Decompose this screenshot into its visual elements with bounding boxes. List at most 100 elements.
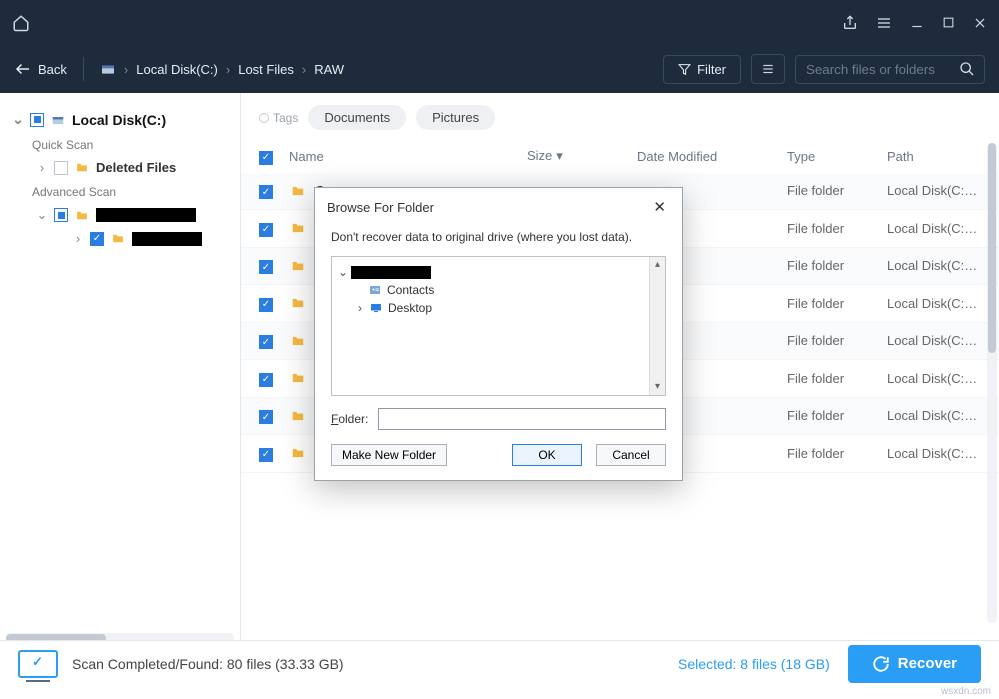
tree-root-label: Local Disk(C:) [72, 112, 166, 128]
list-view-button[interactable] [751, 54, 785, 84]
cancel-button[interactable]: Cancel [596, 444, 666, 466]
contacts-icon [368, 284, 382, 296]
file-path: Local Disk(C:)\Lost F... [887, 446, 981, 461]
file-type: File folder [787, 446, 887, 461]
select-all-checkbox[interactable]: ✓ [259, 151, 273, 165]
ok-button[interactable]: OK [512, 444, 582, 466]
tree-item-adv2[interactable]: › ✓ [10, 227, 240, 250]
tree-item-adv1[interactable]: ⌄ [10, 203, 240, 227]
chevron-right-icon[interactable]: › [356, 301, 364, 315]
file-path: Local Disk(C:)\Lost F... [887, 183, 981, 198]
dialog-titlebar: Browse For Folder ✕ [315, 188, 682, 224]
folder-icon [289, 334, 307, 348]
checkbox[interactable] [54, 161, 68, 175]
recover-label: Recover [898, 655, 957, 672]
watermark: wsxdn.com [941, 686, 991, 697]
dialog-folder-row: Folder: [315, 396, 682, 438]
search-icon[interactable] [959, 61, 975, 77]
chevron-right-icon: › [302, 62, 306, 77]
tag-pictures[interactable]: Pictures [416, 105, 495, 130]
folder-icon [289, 446, 307, 460]
folder-input[interactable] [378, 408, 666, 430]
scroll-down-icon[interactable]: ▾ [650, 379, 665, 395]
folder-field-label: Folder: [331, 412, 368, 426]
home-icon[interactable] [12, 14, 30, 32]
dialog-title: Browse For Folder [327, 200, 434, 215]
file-type: File folder [787, 371, 887, 386]
breadcrumb-item[interactable]: RAW [314, 62, 344, 77]
folder-icon [289, 221, 307, 235]
file-path: Local Disk(C:)\Lost F... [887, 221, 981, 236]
divider [83, 57, 84, 81]
tree-item-label: Deleted Files [96, 160, 176, 175]
row-checkbox[interactable]: ✓ [259, 410, 273, 424]
folder-icon [289, 409, 307, 423]
quick-scan-label: Quick Scan [10, 132, 240, 156]
row-checkbox[interactable]: ✓ [259, 260, 273, 274]
file-path: Local Disk(C:)\Lost F... [887, 408, 981, 423]
dialog-buttons: Make New Folder OK Cancel [315, 438, 682, 480]
tree-row-contacts[interactable]: Contacts [338, 281, 665, 299]
chevron-right-icon[interactable]: › [72, 231, 84, 246]
row-checkbox[interactable]: ✓ [259, 335, 273, 349]
col-type[interactable]: Type [787, 149, 887, 164]
redacted-label [351, 266, 431, 279]
row-checkbox[interactable]: ✓ [259, 373, 273, 387]
chevron-down-icon[interactable]: ⌄ [36, 207, 48, 223]
tree-item-deleted[interactable]: › Deleted Files [10, 156, 240, 179]
col-path[interactable]: Path [887, 149, 981, 164]
share-icon[interactable] [842, 15, 858, 31]
sidebar: ⌄ Local Disk(C:) Quick Scan › Deleted Fi… [0, 93, 241, 647]
row-checkbox[interactable]: ✓ [259, 185, 273, 199]
dialog-message: Don't recover data to original drive (wh… [315, 224, 682, 256]
make-new-folder-button[interactable]: Make New Folder [331, 444, 447, 466]
drive-icon [100, 61, 116, 77]
back-button[interactable]: Back [14, 60, 67, 78]
dialog-close-icon[interactable]: ✕ [647, 196, 672, 218]
file-type: File folder [787, 408, 887, 423]
chevron-down-icon[interactable]: ⌄ [12, 111, 24, 128]
row-checkbox[interactable]: ✓ [259, 448, 273, 462]
column-headers: ✓ Name Size▾ Date Modified Type Path [241, 140, 999, 173]
search-wrap [795, 55, 985, 84]
tree-row-desktop[interactable]: › Desktop [338, 299, 665, 317]
col-date-modified[interactable]: Date Modified [637, 149, 787, 164]
search-input[interactable] [795, 55, 985, 84]
file-type: File folder [787, 258, 887, 273]
tags-label: Tags [259, 111, 298, 125]
row-checkbox[interactable]: ✓ [259, 298, 273, 312]
file-path: Local Disk(C:)\Lost F... [887, 371, 981, 386]
content-scrollbar[interactable] [987, 143, 997, 623]
checkbox-indeterminate[interactable] [54, 208, 68, 222]
filter-label: Filter [697, 62, 726, 77]
selected-status: Selected: 8 files (18 GB) [678, 656, 830, 672]
checkbox-indeterminate[interactable] [30, 113, 44, 127]
dialog-tree[interactable]: ⌄ Contacts › Desktop ▴▾ [331, 256, 666, 396]
col-name[interactable]: Name [289, 149, 527, 164]
col-size[interactable]: Size▾ [527, 148, 637, 164]
maximize-icon[interactable] [942, 16, 955, 29]
recover-button[interactable]: Recover [848, 645, 981, 683]
filter-button[interactable]: Filter [663, 55, 741, 84]
chevron-right-icon[interactable]: › [36, 160, 48, 175]
scroll-up-icon[interactable]: ▴ [650, 257, 665, 273]
tree-contacts-label: Contacts [387, 283, 434, 297]
checkbox-checked[interactable]: ✓ [90, 232, 104, 246]
breadcrumb-item[interactable]: Local Disk(C:) [136, 62, 218, 77]
tree-desktop-label: Desktop [388, 301, 432, 315]
close-icon[interactable] [973, 16, 987, 30]
desktop-icon [369, 302, 383, 314]
minimize-icon[interactable] [910, 16, 924, 30]
folder-icon [289, 184, 307, 198]
dialog-tree-scrollbar[interactable]: ▴▾ [649, 257, 665, 395]
tag-documents[interactable]: Documents [308, 105, 406, 130]
tree-row-user[interactable]: ⌄ [338, 263, 665, 281]
breadcrumb-item[interactable]: Lost Files [238, 62, 294, 77]
file-type: File folder [787, 183, 887, 198]
scan-complete-icon [18, 650, 58, 678]
chevron-down-icon[interactable]: ⌄ [338, 265, 346, 279]
row-checkbox[interactable]: ✓ [259, 223, 273, 237]
tree-root[interactable]: ⌄ Local Disk(C:) [10, 107, 240, 132]
tag-circle-icon [259, 113, 269, 123]
menu-icon[interactable] [876, 15, 892, 31]
